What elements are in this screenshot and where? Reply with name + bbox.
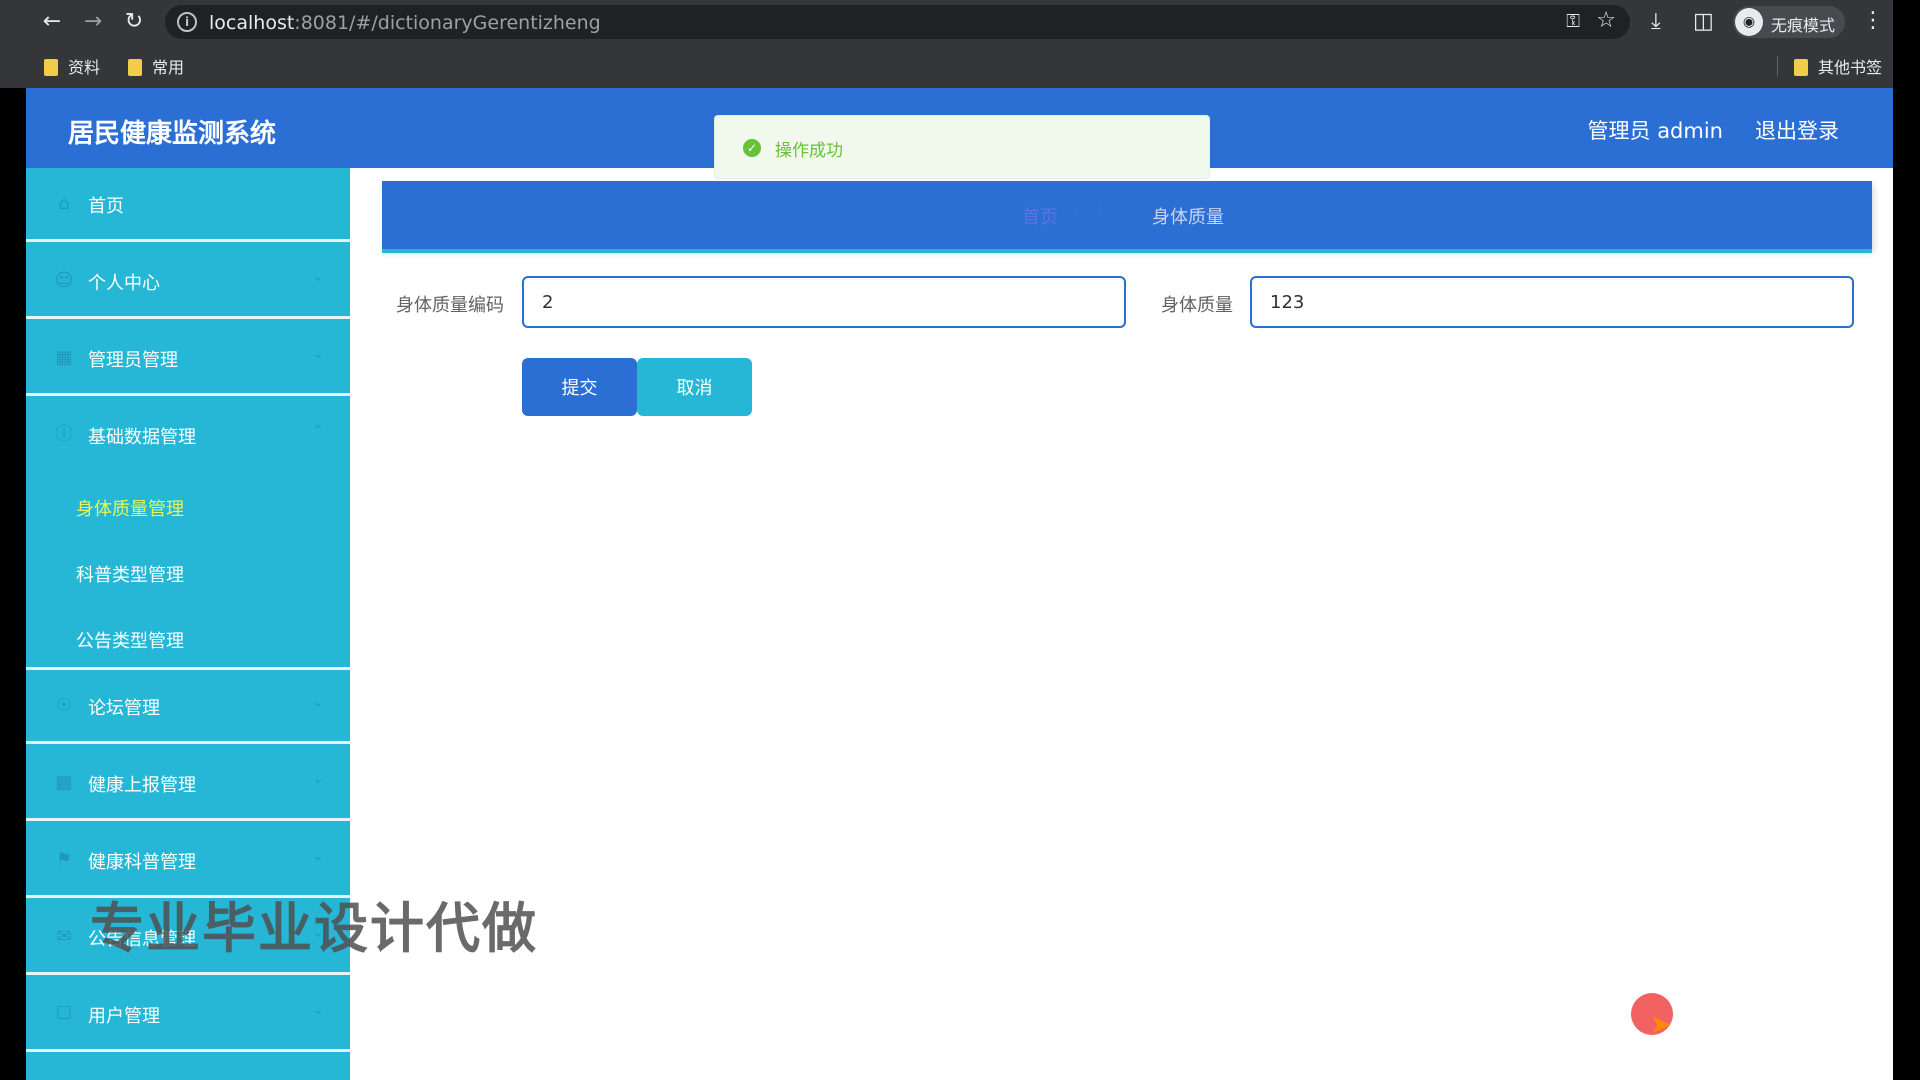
breadcrumb-separator: / / xyxy=(1072,203,1102,224)
bookmarks-bar: 资料 常用 其他书签 xyxy=(0,44,1893,88)
bookmark-label: 常用 xyxy=(152,58,185,77)
browser-chrome: ← → ↻ i localhost:8081/#/dictionaryGeren… xyxy=(0,0,1893,88)
sidebar-item-home[interactable]: ⌂ 首页 xyxy=(26,168,350,242)
sidebar-item-health-report[interactable]: ▩ 健康上报管理 ⌄ xyxy=(26,747,350,821)
chevron-down-icon: ⌄ xyxy=(312,771,324,787)
folder-icon xyxy=(1794,59,1808,76)
flag-icon: ⚑ xyxy=(55,849,73,870)
incognito-icon: ◉ xyxy=(1735,8,1763,36)
chevron-up-icon: ⌃ xyxy=(312,423,324,439)
forum-icon: ☉ xyxy=(55,695,73,716)
other-bookmarks[interactable]: 其他书签 xyxy=(1794,54,1882,78)
sidebar-subitem-label: 公告类型管理 xyxy=(76,631,184,652)
browser-menu-icon[interactable]: ⋮ xyxy=(1862,8,1884,33)
cancel-button[interactable]: 取消 xyxy=(637,358,752,416)
sidebar-subitem-label: 科普类型管理 xyxy=(76,565,184,586)
breadcrumb: 首页 / / 身体质量 xyxy=(382,181,1872,249)
chevron-down-icon: ⌄ xyxy=(312,1002,324,1018)
watermark-text: 专业毕业设计代做 xyxy=(90,897,538,960)
incognito-label: 无痕模式 xyxy=(1771,16,1836,35)
body-quality-input[interactable] xyxy=(1250,276,1854,328)
name-field-label: 身体质量 xyxy=(1161,295,1233,316)
success-toast: ✓ 操作成功 xyxy=(714,115,1210,179)
address-bar[interactable]: i localhost:8081/#/dictionaryGerentizhen… xyxy=(165,5,1630,39)
back-icon[interactable]: ← xyxy=(38,8,66,36)
sidebar-subitem-label: 身体质量管理 xyxy=(76,499,184,520)
sidebar-item-label: 管理员管理 xyxy=(88,350,178,371)
reload-icon[interactable]: ↻ xyxy=(120,8,148,36)
home-icon: ⌂ xyxy=(58,193,70,214)
sidebar-item-label: 健康科普管理 xyxy=(88,852,196,873)
check-circle-icon: ✓ xyxy=(743,139,761,157)
screen: ← → ↻ i localhost:8081/#/dictionaryGeren… xyxy=(0,0,1920,1080)
breadcrumb-home[interactable]: 首页 xyxy=(1022,203,1058,229)
info-icon: ⓘ xyxy=(55,424,73,445)
chevron-down-icon: ⌄ xyxy=(312,346,324,362)
sidebar-subitem-science-type[interactable]: 科普类型管理 xyxy=(26,539,350,605)
sidebar-item-label: 个人中心 xyxy=(88,273,160,294)
other-bookmarks-label: 其他书签 xyxy=(1818,58,1883,77)
chevron-down-icon: ⌄ xyxy=(312,848,324,864)
url-host: localhost xyxy=(209,12,295,34)
submit-button[interactable]: 提交 xyxy=(522,358,637,416)
folder-icon xyxy=(128,59,142,76)
sidebar-subitem-notice-type[interactable]: 公告类型管理 xyxy=(26,605,350,671)
mouse-cursor-icon: ➤ xyxy=(1650,1010,1672,1040)
sidebar-subitem-body-quality[interactable]: 身体质量管理 xyxy=(26,473,350,539)
side-panel-icon[interactable]: ◫ xyxy=(1693,8,1714,36)
sidebar-item-profile[interactable]: ☺ 个人中心 ⌄ xyxy=(26,245,350,319)
notice-icon: ✉ xyxy=(56,926,72,947)
bookmarks-divider xyxy=(1777,56,1778,76)
forward-icon[interactable]: → xyxy=(79,8,107,36)
sidebar-item-label: 论坛管理 xyxy=(88,698,160,719)
sidebar-item-label: 首页 xyxy=(88,196,124,217)
incognito-profile[interactable]: ◉ 无痕模式 xyxy=(1733,6,1845,38)
url-text: localhost:8081/#/dictionaryGerentizheng xyxy=(209,12,601,34)
breadcrumb-current: 身体质量 xyxy=(1152,207,1224,228)
admin-icon: ▦ xyxy=(55,347,73,368)
browser-toolbar: ← → ↻ i localhost:8081/#/dictionaryGeren… xyxy=(0,0,1893,44)
key-icon[interactable]: ⚿ xyxy=(1566,11,1580,32)
bookmark-label: 资料 xyxy=(68,58,101,77)
url-path: :8081/#/dictionaryGerentizheng xyxy=(294,12,601,34)
code-field-label: 身体质量编码 xyxy=(396,295,504,316)
bookmark-star-icon[interactable]: ☆ xyxy=(1596,8,1616,33)
bookmark-folder-2[interactable]: 常用 xyxy=(128,54,184,78)
code-input[interactable] xyxy=(522,276,1126,328)
user-icon: ☺ xyxy=(54,270,74,291)
report-icon: ▩ xyxy=(55,772,73,793)
sidebar-item-label: 健康上报管理 xyxy=(88,775,196,796)
sidebar-item-label: 用户管理 xyxy=(88,1006,160,1027)
bookmark-folder-1[interactable]: 资料 xyxy=(44,54,100,78)
current-user: 管理员 admin xyxy=(1587,119,1723,143)
sidebar-item-admins[interactable]: ▦ 管理员管理 ⌄ xyxy=(26,322,350,396)
sidebar-item-forum[interactable]: ☉ 论坛管理 ⌄ xyxy=(26,670,350,744)
chevron-down-icon: ⌄ xyxy=(312,269,324,285)
toast-message: 操作成功 xyxy=(775,141,843,161)
system-title: 居民健康监测系统 xyxy=(68,119,277,149)
sidebar-item-label: 基础数据管理 xyxy=(88,427,196,448)
users-icon: ☐ xyxy=(55,1003,73,1024)
download-icon[interactable]: ⤓ xyxy=(1651,8,1661,36)
site-info-icon[interactable]: i xyxy=(177,12,197,32)
logout-link[interactable]: 退出登录 xyxy=(1755,115,1839,145)
sidebar-item-base-data[interactable]: ⓘ 基础数据管理 ⌃ xyxy=(26,399,350,473)
folder-icon xyxy=(44,59,58,76)
sidebar-item-users[interactable]: ☐ 用户管理 ⌄ xyxy=(26,978,350,1052)
chevron-down-icon: ⌄ xyxy=(312,694,324,710)
